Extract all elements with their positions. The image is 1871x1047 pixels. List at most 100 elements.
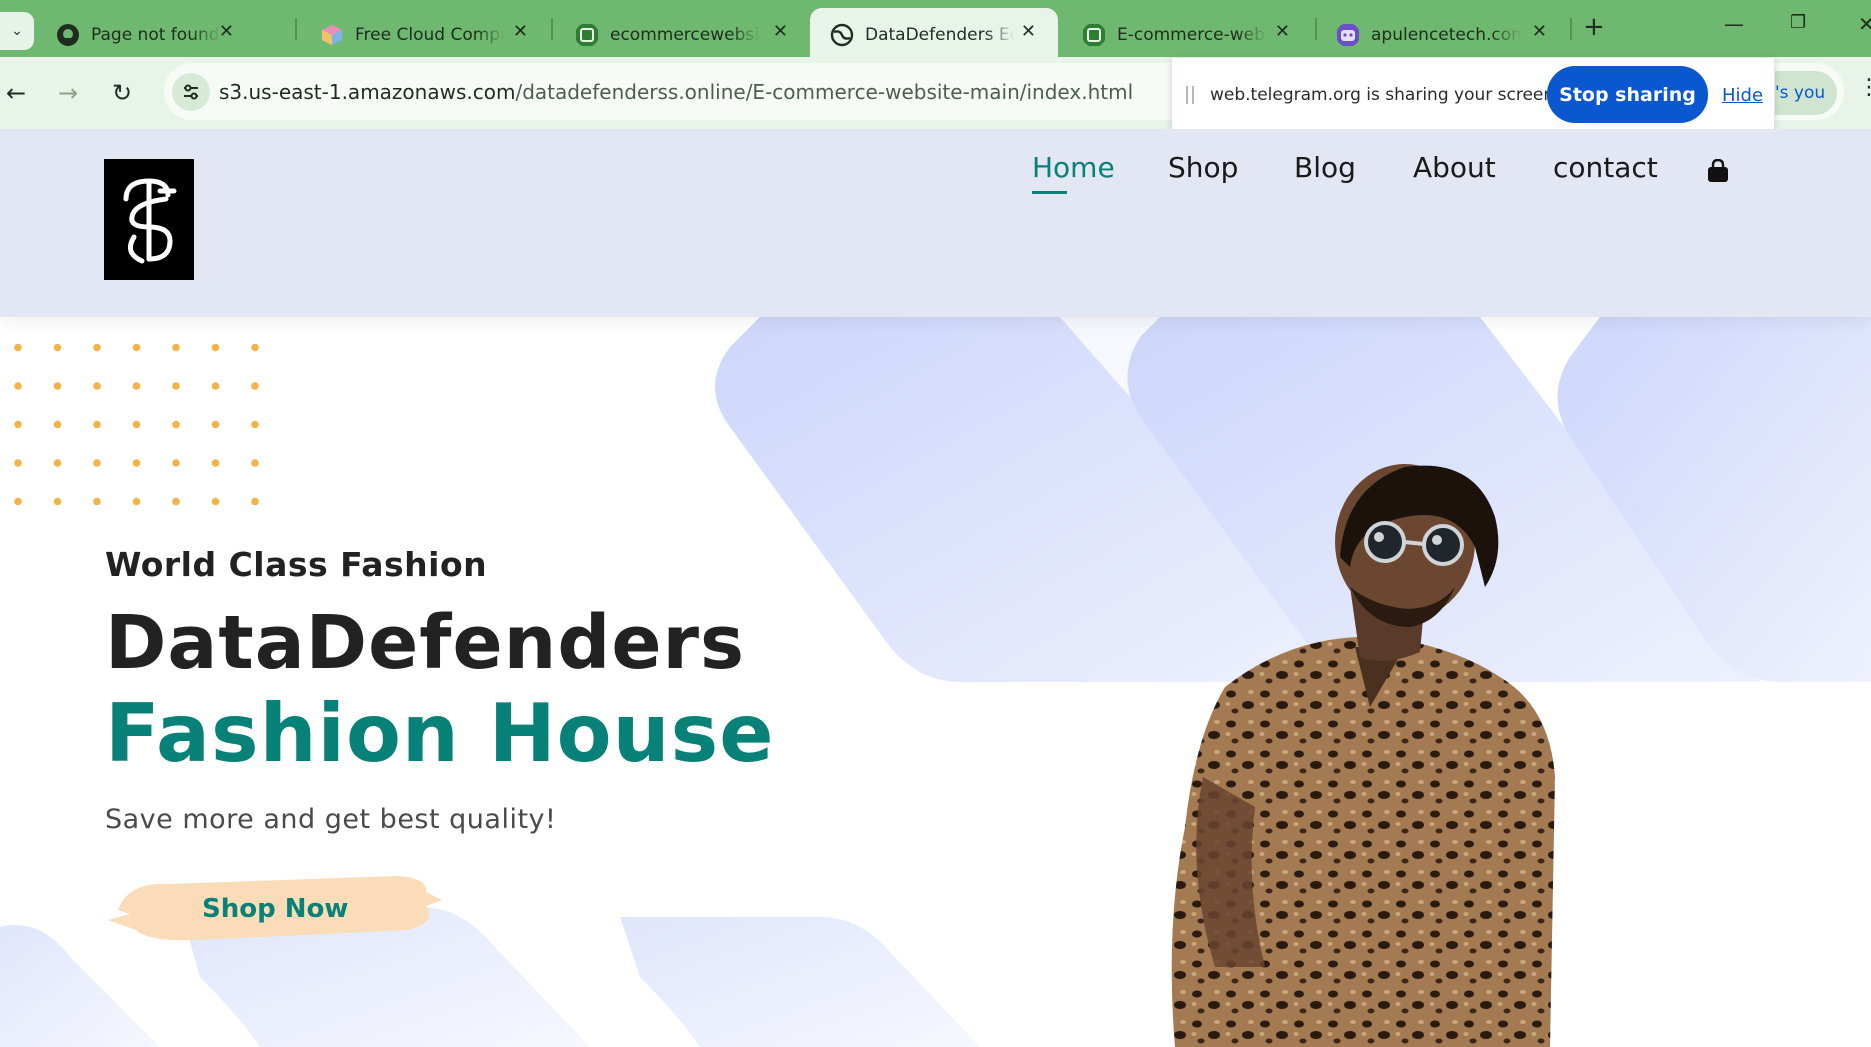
close-icon[interactable]: ✕	[773, 21, 788, 42]
tab-search-button[interactable]: ⌄	[0, 12, 34, 50]
decorative-dot	[251, 343, 259, 352]
decorative-dot	[53, 343, 62, 352]
shop-now-button[interactable]: Shop Now	[108, 870, 443, 950]
decorative-dot	[172, 459, 180, 467]
decorative-dot	[211, 497, 220, 506]
forward-arrow-icon[interactable]: →	[58, 79, 78, 107]
close-icon[interactable]: ✕	[1275, 21, 1290, 42]
site-header: Home Shop Blog About contact	[0, 129, 1871, 317]
decorative-dot	[53, 459, 62, 467]
url-path: /datadefenderss.online/E-commerce-websit…	[515, 80, 1134, 104]
tab-apulencetech[interactable]: apulencetech.com ✕	[1316, 8, 1569, 57]
decorative-dot	[93, 382, 101, 390]
tab-divider	[551, 18, 553, 40]
decorative-dot	[132, 420, 141, 429]
logo-monogram-icon	[123, 178, 177, 264]
decorative-dot	[132, 497, 141, 506]
restore-icon[interactable]: ❐	[1790, 12, 1806, 33]
web-page: Home Shop Blog About contact World Class…	[0, 129, 1871, 1047]
decorative-dot	[14, 459, 22, 467]
close-window-icon[interactable]: ✕	[1858, 12, 1871, 36]
profile-chip[interactable]: 's you	[1775, 71, 1837, 115]
hide-link[interactable]: Hide	[1722, 85, 1763, 106]
decorative-dot	[53, 382, 62, 390]
s3-bucket-icon	[1083, 24, 1105, 46]
s3-bucket-icon	[576, 24, 598, 46]
hero-model-image	[1171, 464, 1555, 1047]
close-icon[interactable]: ✕	[513, 21, 528, 42]
decorative-dot	[211, 420, 220, 429]
decorative-dot	[251, 382, 259, 390]
decorative-dot	[14, 382, 22, 390]
tab-title: Free Cloud Computing	[355, 25, 505, 45]
url-text[interactable]: s3.us-east-1.amazonaws.com/datadefenders…	[219, 80, 1133, 104]
browser-menu-icon[interactable]: ⋮	[1858, 75, 1871, 100]
decorative-dot-grid	[14, 343, 259, 506]
drag-handle-icon[interactable]	[1186, 86, 1194, 104]
url-host: s3.us-east-1.amazonaws.com	[219, 80, 516, 104]
tab-divider	[1570, 18, 1572, 40]
decorative-dot	[132, 459, 141, 467]
decorative-dot	[93, 420, 101, 429]
decorative-dot	[211, 459, 220, 467]
cloud-cube-icon	[322, 25, 342, 45]
decorative-dot	[251, 420, 259, 429]
decorative-dot	[93, 343, 101, 352]
nav-shop[interactable]: Shop	[1168, 151, 1238, 184]
tab-ecommercewebsite[interactable]: ecommercewebsite ✕	[555, 8, 810, 57]
new-tab-button[interactable]: +	[1583, 12, 1605, 42]
decorative-dot	[172, 420, 180, 429]
shopping-bag-icon[interactable]	[1707, 159, 1729, 183]
hero-eyebrow: World Class Fashion	[105, 545, 488, 584]
decorative-dot	[251, 459, 259, 467]
nav-blog[interactable]: Blog	[1294, 151, 1356, 184]
hero-subheading: Fashion House	[105, 687, 775, 780]
tab-title: Page not found · GitHub	[91, 25, 221, 45]
shop-now-label: Shop Now	[202, 894, 349, 924]
screen-share-infobar: web.telegram.org is sharing your screen.…	[1172, 58, 1774, 132]
tab-title: apulencetech.com	[1371, 25, 1521, 45]
decorative-dot	[132, 382, 141, 390]
close-icon[interactable]: ✕	[219, 21, 234, 42]
tab-title: DataDefenders Ecommerce	[865, 25, 1015, 45]
decorative-dot	[211, 343, 220, 352]
decorative-dot	[14, 343, 22, 352]
decorative-dot	[132, 343, 141, 352]
tab-ecommerce-website[interactable]: E-commerce-website ✕	[1062, 8, 1312, 57]
nav-contact[interactable]: contact	[1553, 151, 1658, 184]
decorative-dot	[172, 382, 180, 390]
minimize-icon[interactable]: —	[1724, 12, 1744, 36]
chevron-down-icon: ⌄	[11, 23, 23, 39]
reload-icon[interactable]: ↻	[112, 79, 132, 107]
decorative-dot	[251, 497, 259, 506]
decorative-dot	[93, 497, 101, 506]
hero-section: World Class Fashion DataDefenders Fashio…	[0, 317, 1871, 1047]
profile-chip-text: 's you	[1775, 83, 1826, 103]
github-icon	[57, 24, 79, 46]
stop-sharing-button[interactable]: Stop sharing	[1547, 66, 1708, 123]
decorative-dot	[53, 420, 62, 429]
tab-datadefenders[interactable]: DataDefenders Ecommerce ✕	[810, 8, 1058, 57]
tab-github[interactable]: Page not found · GitHub ✕	[36, 8, 256, 57]
decorative-dot	[53, 497, 62, 506]
close-icon[interactable]: ✕	[1021, 21, 1036, 42]
decorative-dot	[93, 459, 101, 467]
share-message: web.telegram.org is sharing your screen.	[1210, 85, 1560, 105]
tab-divider	[295, 18, 297, 40]
decorative-dot	[14, 420, 22, 429]
close-icon[interactable]: ✕	[1532, 21, 1547, 42]
tune-icon	[184, 84, 198, 100]
nav-home[interactable]: Home	[1032, 151, 1115, 194]
decorative-dot	[172, 497, 180, 506]
tab-free-cloud[interactable]: Free Cloud Computing ✕	[300, 8, 550, 57]
globe-icon	[830, 23, 854, 47]
back-arrow-icon[interactable]: ←	[6, 79, 26, 107]
tab-strip: ⌄ Page not found · GitHub ✕ Free Cloud C…	[0, 0, 1871, 57]
robot-icon	[1337, 24, 1359, 46]
site-logo[interactable]	[104, 159, 194, 280]
decorative-dot	[211, 382, 220, 390]
decorative-dot	[172, 343, 180, 352]
tab-title: ecommercewebsite	[610, 25, 760, 45]
site-info-button[interactable]	[172, 73, 210, 111]
nav-about[interactable]: About	[1413, 151, 1496, 184]
